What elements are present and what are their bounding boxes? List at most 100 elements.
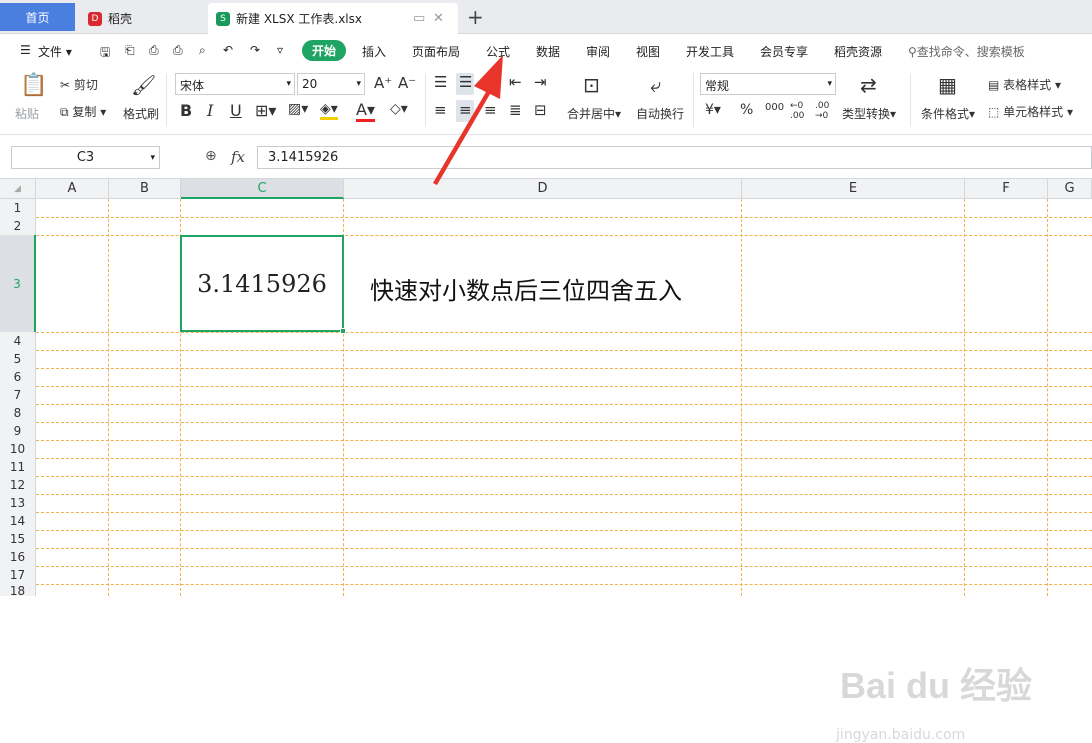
new-tab-button[interactable]: + [467, 5, 484, 29]
cut-button[interactable]: ✂ 剪切 [60, 76, 98, 93]
italic-icon[interactable]: I [207, 101, 213, 120]
bold-icon[interactable]: B [180, 101, 192, 120]
spreadsheet-grid[interactable]: ◢ A B C D E F G 1 2 3 4 5 6 7 8 9 10 11 … [0, 179, 1092, 743]
cell-d3[interactable]: 快速对小数点后三位四舍五入 [370, 271, 682, 306]
cell-c3[interactable]: 3.1415926 [180, 235, 346, 334]
tab-document[interactable]: S 新建 XLSX 工作表.xlsx ▭ ✕ [208, 3, 458, 34]
row-header-4[interactable]: 4 [0, 332, 36, 350]
number-format-select[interactable]: 常规 ▾ [700, 73, 836, 95]
menu-review[interactable]: 审阅 [586, 43, 610, 60]
font-family-select[interactable]: 宋体 ▾ [175, 73, 295, 95]
distributed-icon[interactable]: ⊟ [534, 101, 547, 119]
menu-insert[interactable]: 插入 [362, 43, 386, 60]
border-icon[interactable]: ⊞▾ [255, 101, 276, 120]
column-header-b[interactable]: B [109, 179, 181, 199]
command-search[interactable]: ⚲查找命令、搜索模板 [908, 43, 1025, 60]
tab-daoke[interactable]: D 稻壳 [80, 3, 203, 34]
column-header-e[interactable]: E [742, 179, 965, 199]
menu-page-layout[interactable]: 页面布局 [412, 43, 460, 60]
wrap-text-button[interactable]: 自动换行 [636, 105, 684, 122]
row-header-12[interactable]: 12 [0, 476, 36, 494]
row-header-17[interactable]: 17 [0, 566, 36, 584]
export-icon[interactable]: ⎗ [125, 43, 135, 58]
row-header-9[interactable]: 9 [0, 422, 36, 440]
float-window-icon[interactable]: ▭ [413, 11, 425, 26]
format-painter-button[interactable]: 格式刷 [123, 105, 159, 122]
row-header-18[interactable]: 18 [0, 584, 36, 596]
merge-center-button[interactable]: 合并居中▾ [567, 105, 621, 122]
row-header-6[interactable]: 6 [0, 368, 36, 386]
save-icon[interactable]: 🖫 [100, 43, 110, 64]
row-header-7[interactable]: 7 [0, 386, 36, 404]
row-header-15[interactable]: 15 [0, 530, 36, 548]
row-header-3[interactable]: 3 [0, 235, 36, 332]
row-header-13[interactable]: 13 [0, 494, 36, 512]
row-header-11[interactable]: 11 [0, 458, 36, 476]
menu-view[interactable]: 视图 [636, 43, 660, 60]
align-right-icon[interactable]: ≡ [484, 101, 497, 119]
menu-member[interactable]: 会员专享 [760, 43, 808, 60]
menu-data[interactable]: 数据 [536, 43, 560, 60]
currency-icon[interactable]: ¥▾ [705, 102, 721, 118]
find-icon[interactable]: ⌕ [199, 43, 206, 58]
indent-decrease-icon[interactable]: ⇤ [509, 73, 522, 91]
cell-style-button[interactable]: ⬚ 单元格样式 ▾ [988, 103, 1073, 120]
more-icon[interactable]: ▿ [277, 43, 283, 57]
justify-icon[interactable]: ≣ [509, 101, 522, 119]
conditional-format-button[interactable]: 条件格式▾ [921, 105, 975, 122]
increase-decimal-icon[interactable]: ←0.00 [790, 101, 804, 121]
copy-button[interactable]: ⧉ 复制 ▾ [60, 103, 106, 120]
wrap-text-icon[interactable]: ⤶ [650, 73, 661, 97]
select-all-corner[interactable]: ◢ [0, 179, 36, 199]
font-size-select[interactable]: 20 ▾ [297, 73, 365, 95]
tab-home[interactable]: 首页 [0, 3, 75, 31]
zoom-formula-icon[interactable]: ⊕ [205, 148, 217, 164]
paste-button[interactable]: 粘贴 [15, 105, 39, 122]
column-header-a[interactable]: A [36, 179, 109, 199]
row-header-14[interactable]: 14 [0, 512, 36, 530]
percent-icon[interactable]: % [740, 102, 753, 118]
align-left-icon[interactable]: ≡ [434, 101, 447, 119]
column-header-f[interactable]: F [965, 179, 1048, 199]
column-header-c[interactable]: C [181, 179, 344, 199]
table-style-button[interactable]: ▤ 表格样式 ▾ [988, 76, 1061, 93]
fill-color-icon[interactable]: ◈▾ [320, 101, 338, 120]
fill-style-icon[interactable]: ▨▾ [288, 101, 308, 117]
align-top-icon[interactable]: ☰ [434, 73, 447, 91]
decrease-decimal-icon[interactable]: .00 →0 [815, 101, 829, 121]
clear-format-icon[interactable]: ◇▾ [390, 101, 408, 117]
menu-formulas[interactable]: 公式 [486, 43, 510, 60]
row-header-1[interactable]: 1 [0, 199, 36, 217]
close-tab-icon[interactable]: ✕ [433, 11, 444, 26]
row-header-5[interactable]: 5 [0, 350, 36, 368]
column-header-d[interactable]: D [344, 179, 742, 199]
merge-center-icon[interactable]: ⊡ [583, 73, 600, 97]
formula-input[interactable]: 3.1415926 [257, 146, 1092, 169]
row-header-16[interactable]: 16 [0, 548, 36, 566]
indent-increase-icon[interactable]: ⇥ [534, 73, 547, 91]
print-icon[interactable]: ⎙ [149, 43, 159, 58]
underline-icon[interactable]: U [230, 101, 242, 120]
menu-file[interactable]: 文件 ▾ [38, 43, 72, 60]
conditional-format-icon[interactable]: ▦ [938, 73, 957, 97]
menu-daoke-resources[interactable]: 稻壳资源 [834, 43, 882, 60]
fill-handle[interactable] [340, 328, 346, 334]
undo-icon[interactable]: ↶ [223, 43, 233, 57]
format-painter-icon[interactable]: 🖌 [131, 73, 156, 97]
font-color-icon[interactable]: A▾ [356, 100, 375, 122]
type-convert-icon[interactable]: ⇄ [860, 73, 877, 97]
increase-font-icon[interactable]: A⁺ [374, 74, 392, 92]
align-middle-icon[interactable]: ☰ [459, 73, 472, 91]
row-header-2[interactable]: 2 [0, 217, 36, 235]
menu-developer[interactable]: 开发工具 [686, 43, 734, 60]
redo-icon[interactable]: ↷ [250, 43, 260, 57]
menu-start[interactable]: 开始 [302, 40, 346, 61]
align-center-icon[interactable]: ≡ [459, 101, 472, 119]
column-header-g[interactable]: G [1048, 179, 1092, 199]
thousands-icon[interactable]: 000 [765, 102, 784, 113]
paste-icon[interactable]: 📋 [20, 73, 47, 98]
name-box[interactable]: C3 ▾ [11, 146, 160, 169]
hamburger-icon[interactable]: ☰ [20, 43, 31, 57]
insert-function-button[interactable]: fx [231, 148, 245, 166]
decrease-font-icon[interactable]: A⁻ [398, 74, 416, 92]
